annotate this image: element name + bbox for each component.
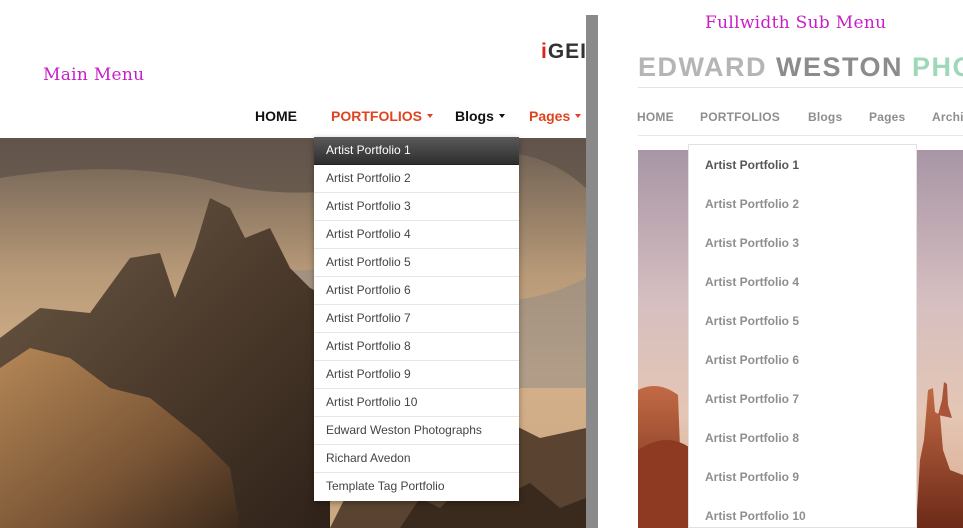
main-menu-demo-panel: Main Menu iGEI HOME PORTFOLIOS Blogs Pag…	[0, 0, 586, 528]
panel-divider	[586, 15, 598, 528]
submenu-item-artist-portfolio-8[interactable]: Artist Portfolio 8	[705, 431, 799, 445]
nav-portfolios[interactable]: PORTFOLIOS	[331, 108, 433, 124]
site-logo-fragment[interactable]: iGEI	[541, 40, 586, 64]
nav-pages[interactable]: Pages	[529, 108, 582, 124]
submenu-item-artist-portfolio-3[interactable]: Artist Portfolio 3	[705, 236, 799, 250]
chevron-down-icon	[498, 114, 505, 119]
subnav-divider-line	[638, 135, 963, 136]
nav-portfolios-label: PORTFOLIOS	[331, 108, 422, 124]
submenu-item-artist-portfolio-6[interactable]: Artist Portfolio 6	[705, 353, 799, 367]
submenu-item-artist-portfolio-4[interactable]: Artist Portfolio 4	[705, 275, 799, 289]
nav-home-label: HOME	[255, 108, 297, 124]
brand-word-weston: WESTON	[776, 52, 904, 82]
submenu-item-artist-portfolio-1[interactable]: Artist Portfolio 1	[705, 158, 799, 172]
chevron-down-icon	[427, 114, 433, 119]
dropdown-item-artist-portfolio-3[interactable]: Artist Portfolio 3	[314, 193, 519, 221]
portfolios-dropdown-menu: Artist Portfolio 1 Artist Portfolio 2 Ar…	[314, 137, 519, 501]
fullwidth-submenu-annotation: Fullwidth Sub Menu	[705, 13, 887, 33]
fullwidth-submenu-demo-panel: EDWARD WESTON PHO HOME PORTFOLIOS Blogs …	[598, 0, 963, 528]
dropdown-item-artist-portfolio-6[interactable]: Artist Portfolio 6	[314, 277, 519, 305]
subnav-pages[interactable]: Pages	[869, 110, 905, 124]
subnav-archives[interactable]: Archi	[932, 110, 963, 124]
brand-divider-line	[638, 87, 963, 88]
submenu-item-artist-portfolio-10[interactable]: Artist Portfolio 10	[705, 509, 806, 523]
submenu-item-artist-portfolio-5[interactable]: Artist Portfolio 5	[705, 314, 799, 328]
dropdown-item-artist-portfolio-1[interactable]: Artist Portfolio 1	[314, 137, 519, 165]
subnav-home[interactable]: HOME	[637, 110, 674, 124]
submenu-item-artist-portfolio-2[interactable]: Artist Portfolio 2	[705, 197, 799, 211]
dropdown-item-template-tag-portfolio[interactable]: Template Tag Portfolio	[314, 473, 519, 501]
dropdown-item-richard-avedon[interactable]: Richard Avedon	[314, 445, 519, 473]
submenu-item-artist-portfolio-7[interactable]: Artist Portfolio 7	[705, 392, 799, 406]
nav-blogs[interactable]: Blogs	[455, 108, 505, 124]
nav-blogs-label: Blogs	[455, 108, 494, 124]
dropdown-item-edward-weston-photographs[interactable]: Edward Weston Photographs	[314, 417, 519, 445]
subnav-blogs[interactable]: Blogs	[808, 110, 842, 124]
dropdown-item-artist-portfolio-10[interactable]: Artist Portfolio 10	[314, 389, 519, 417]
dropdown-item-artist-portfolio-9[interactable]: Artist Portfolio 9	[314, 361, 519, 389]
nav-pages-label: Pages	[529, 108, 571, 124]
logo-text-rest: GEI	[547, 40, 586, 63]
submenu-item-artist-portfolio-9[interactable]: Artist Portfolio 9	[705, 470, 799, 484]
dropdown-item-artist-portfolio-7[interactable]: Artist Portfolio 7	[314, 305, 519, 333]
dropdown-item-artist-portfolio-2[interactable]: Artist Portfolio 2	[314, 165, 519, 193]
nav-home[interactable]: HOME	[255, 108, 297, 124]
brand-word-edward: EDWARD	[638, 52, 767, 82]
dropdown-item-artist-portfolio-4[interactable]: Artist Portfolio 4	[314, 221, 519, 249]
subnav-portfolios[interactable]: PORTFOLIOS	[700, 110, 780, 124]
dropdown-item-artist-portfolio-8[interactable]: Artist Portfolio 8	[314, 333, 519, 361]
main-menu-annotation: Main Menu	[43, 65, 145, 85]
logo-letter-i: i	[541, 40, 548, 63]
brand-word-pho: PHO	[912, 52, 963, 82]
chevron-down-icon	[575, 114, 582, 119]
dropdown-item-artist-portfolio-5[interactable]: Artist Portfolio 5	[314, 249, 519, 277]
fullwidth-submenu: Artist Portfolio 1 Artist Portfolio 2 Ar…	[688, 144, 917, 528]
site-brand-title[interactable]: EDWARD WESTON PHO	[638, 52, 963, 83]
